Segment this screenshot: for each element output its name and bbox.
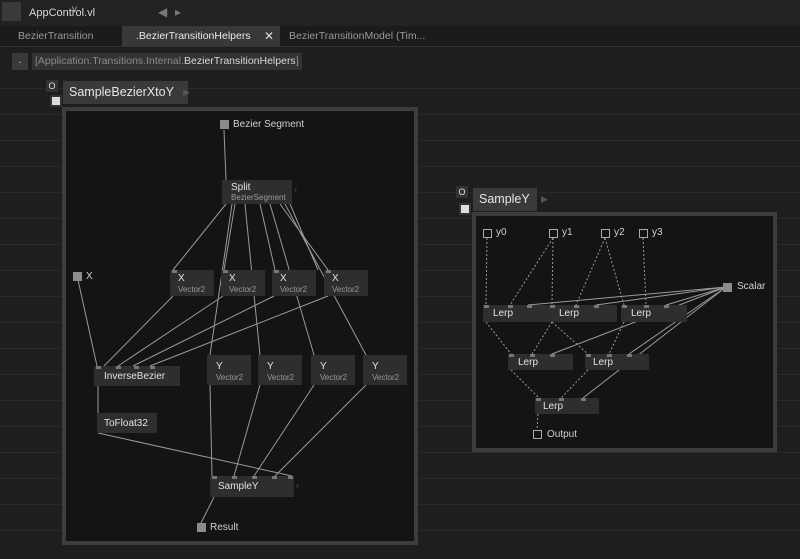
input-pin-y1[interactable] bbox=[549, 229, 558, 238]
input-label-y2: y2 bbox=[614, 227, 625, 238]
node-label: Lerp bbox=[493, 308, 514, 319]
input-label-y0: y0 bbox=[496, 227, 507, 238]
output-label-output: Output bbox=[547, 429, 578, 440]
node-input-pin[interactable] bbox=[664, 305, 669, 308]
node-input-pin[interactable] bbox=[627, 354, 632, 357]
node-input-pin[interactable] bbox=[550, 354, 555, 357]
input-label-scalar: Scalar bbox=[737, 281, 766, 292]
node-input-pin[interactable] bbox=[536, 398, 541, 401]
node-label: Lerp bbox=[543, 401, 564, 412]
node-lerp-1[interactable]: Lerp bbox=[483, 305, 549, 322]
input-pin-y2[interactable] bbox=[601, 229, 610, 238]
node-lerp-4[interactable]: Lerp bbox=[508, 354, 573, 370]
node-input-pin[interactable] bbox=[622, 305, 627, 308]
node-lerp-6[interactable]: Lerp bbox=[535, 398, 599, 414]
node-label: Lerp bbox=[559, 308, 580, 319]
node-input-pin[interactable] bbox=[594, 305, 599, 308]
patch2-links bbox=[485, 237, 727, 431]
node-label: Lerp bbox=[518, 357, 539, 368]
node-input-pin[interactable] bbox=[550, 305, 555, 308]
input-pin-y3[interactable] bbox=[639, 229, 648, 238]
node-lerp-2[interactable]: Lerp bbox=[549, 305, 617, 322]
node-label: Lerp bbox=[631, 308, 652, 319]
node-input-pin[interactable] bbox=[509, 354, 514, 357]
input-label-y1: y1 bbox=[562, 227, 573, 238]
node-input-pin[interactable] bbox=[586, 354, 591, 357]
input-label-y3: y3 bbox=[652, 227, 663, 238]
node-label: Lerp bbox=[593, 357, 614, 368]
node-input-pin[interactable] bbox=[527, 305, 532, 308]
input-pin-scalar[interactable] bbox=[723, 283, 732, 292]
node-lerp-5[interactable]: Lerp bbox=[585, 354, 649, 370]
node-input-pin[interactable] bbox=[484, 305, 489, 308]
input-pin-y0[interactable] bbox=[483, 229, 492, 238]
node-lerp-3[interactable]: Lerp bbox=[621, 305, 687, 322]
output-pin-output[interactable] bbox=[533, 430, 542, 439]
node-input-pin[interactable] bbox=[581, 398, 586, 401]
